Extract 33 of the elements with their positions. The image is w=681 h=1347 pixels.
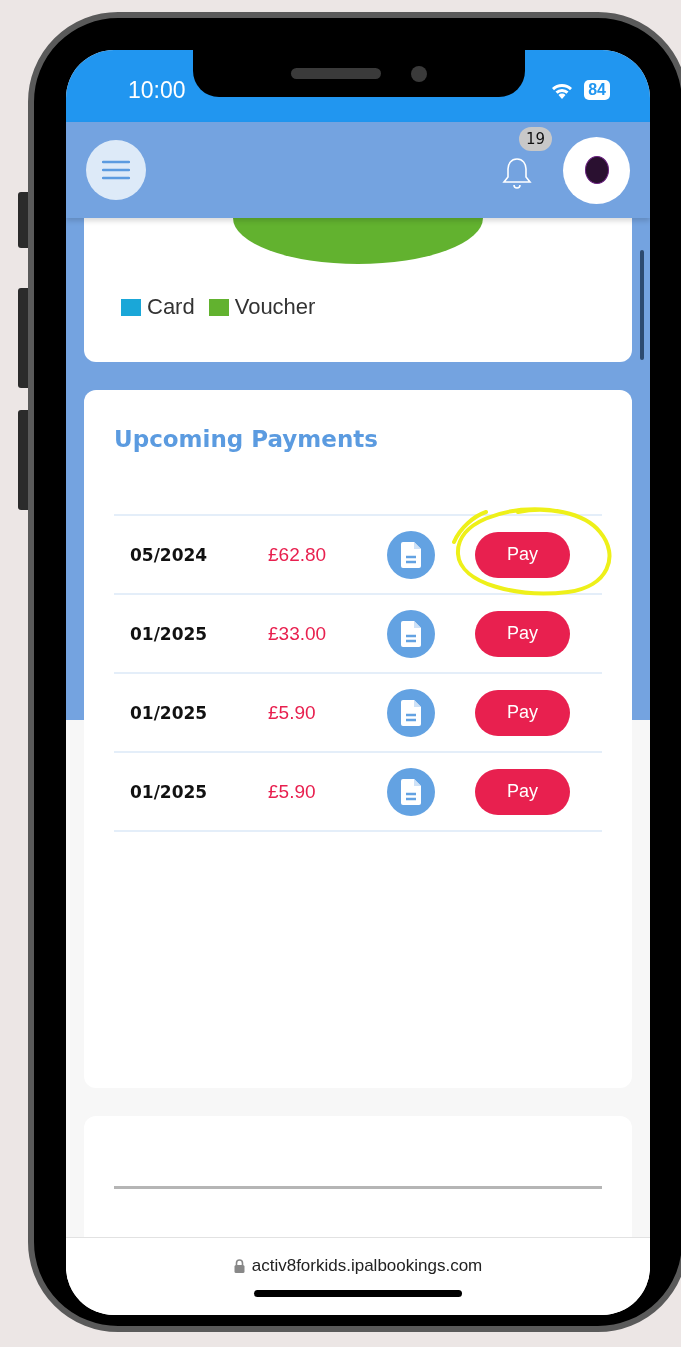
menu-icon <box>102 160 130 180</box>
wifi-icon <box>550 81 575 99</box>
invoice-button[interactable] <box>387 688 435 737</box>
invoice-button[interactable] <box>387 530 435 579</box>
bell-icon <box>501 156 533 190</box>
logo-icon <box>584 156 609 184</box>
notification-count: 19 <box>519 127 553 151</box>
document-icon <box>400 540 422 569</box>
document-icon <box>400 777 422 806</box>
payment-amount: £5.90 <box>268 701 317 724</box>
payment-date: 01/2025 <box>130 623 209 644</box>
payment-amount: £5.90 <box>268 780 317 803</box>
pay-button[interactable]: Pay <box>475 768 570 815</box>
payment-date: 05/2024 <box>130 544 209 565</box>
document-icon <box>400 619 422 648</box>
invoice-button[interactable] <box>387 609 435 658</box>
legend-label: Card <box>147 294 195 320</box>
section-title: Upcoming Payments <box>114 426 379 452</box>
lock-icon <box>233 1259 245 1273</box>
payment-date: 01/2025 <box>130 781 209 802</box>
pay-button[interactable]: Pay <box>475 531 570 578</box>
payment-amount: £33.00 <box>268 622 328 645</box>
payment-amount: £62.80 <box>268 543 328 566</box>
menu-button[interactable] <box>86 140 146 200</box>
legend-label: Voucher <box>234 294 316 320</box>
status-time: 10:00 <box>128 76 186 104</box>
url-text[interactable]: activ8forkids.ipalbookings.com <box>251 1256 483 1276</box>
pay-button[interactable]: Pay <box>475 610 570 657</box>
payment-date: 01/2025 <box>130 702 209 723</box>
battery-level: 84 <box>584 80 610 100</box>
document-icon <box>400 698 422 727</box>
invoice-button[interactable] <box>387 767 435 816</box>
pay-button[interactable]: Pay <box>475 689 570 736</box>
